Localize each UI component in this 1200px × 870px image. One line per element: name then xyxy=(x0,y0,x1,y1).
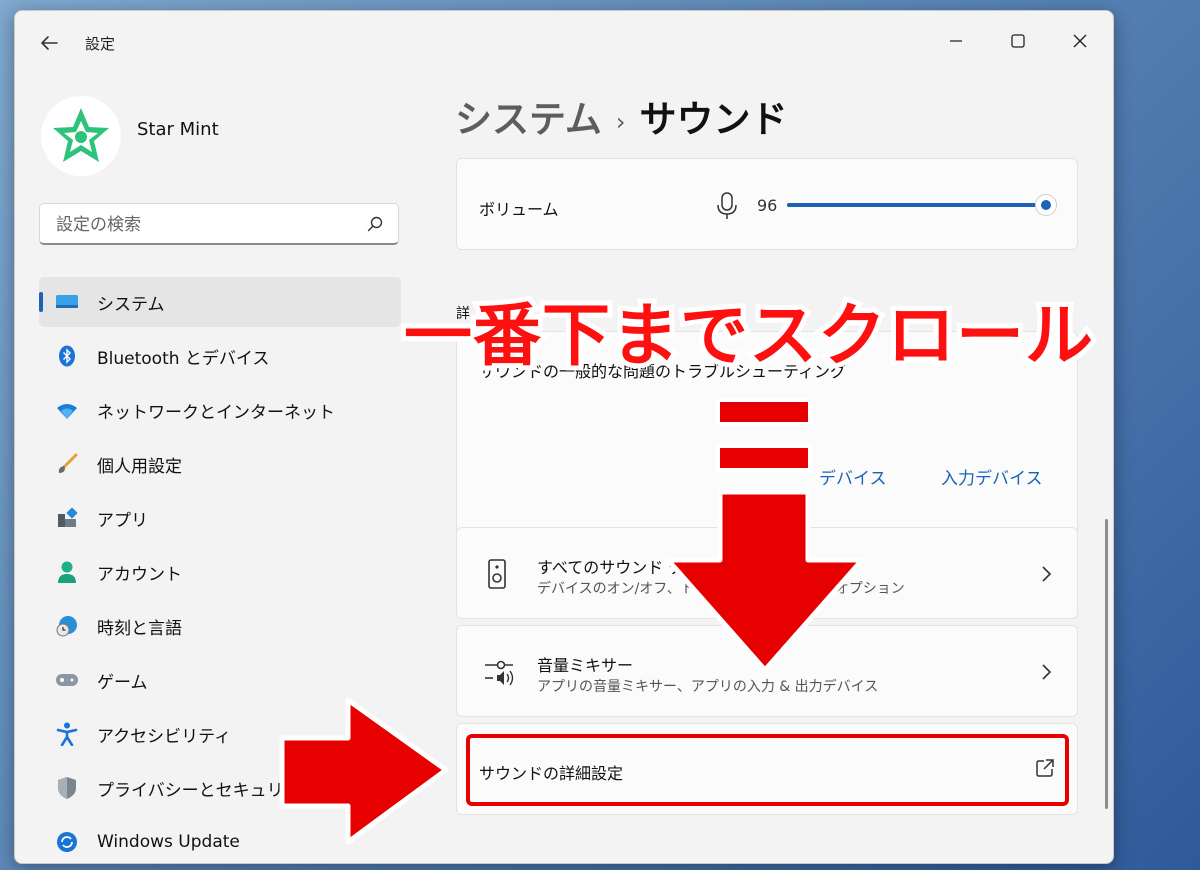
chevron-right-icon xyxy=(1042,566,1052,582)
close-icon xyxy=(1073,34,1087,48)
volume-slider[interactable] xyxy=(787,194,1058,216)
sidebar-item-label: Bluetooth とデバイス xyxy=(97,348,270,369)
scrollbar-thumb[interactable] xyxy=(1105,519,1108,809)
sidebar-item-accounts[interactable]: アカウント xyxy=(39,547,401,597)
gamepad-icon xyxy=(55,668,79,692)
row-subtitle: デバイスのオン/オフ、トラ オプション xyxy=(537,581,905,597)
sidebar-item-system[interactable]: システム xyxy=(39,277,401,327)
row-title: すべてのサウンド デ xyxy=(537,558,685,577)
input-devices-link[interactable]: 入力デバイス xyxy=(941,464,1043,489)
apps-icon xyxy=(55,506,79,530)
back-arrow-icon[interactable] xyxy=(37,31,61,55)
settings-window: 設定 Star Mint システム xyxy=(14,10,1114,864)
annotation-banner: 一番下までスクロール xyxy=(399,292,1098,381)
speaker-icon xyxy=(488,559,506,589)
sidebar-item-label: ネットワークとインターネット xyxy=(97,402,335,423)
system-icon xyxy=(55,290,79,314)
sidebar-item-label: アプリ xyxy=(97,510,148,531)
maximize-button[interactable] xyxy=(995,21,1041,61)
minimize-button[interactable] xyxy=(933,21,979,61)
breadcrumb-current: サウンド xyxy=(639,98,788,141)
title-bar: 設定 xyxy=(15,11,1113,75)
search-icon[interactable] xyxy=(366,215,384,233)
minimize-icon xyxy=(950,40,962,42)
breadcrumb-separator: › xyxy=(615,107,626,136)
annotation-highlight-box xyxy=(466,734,1069,806)
volume-slider-thumb[interactable] xyxy=(1035,194,1058,216)
sidebar-item-label: 個人用設定 xyxy=(97,456,182,477)
sidebar-item-label: システム xyxy=(97,294,165,315)
output-devices-link[interactable]: デバイス xyxy=(819,464,887,489)
window-title: 設定 xyxy=(85,35,116,53)
globe-clock-icon xyxy=(55,614,79,638)
shield-icon xyxy=(55,776,79,800)
sidebar-item-privacy[interactable]: プライバシーとセキュリティ xyxy=(39,763,401,813)
sidebar-item-label: 時刻と言語 xyxy=(97,618,182,639)
sidebar-item-windows-update[interactable]: Windows Update xyxy=(39,817,401,863)
update-icon xyxy=(55,830,79,854)
sidebar-item-apps[interactable]: アプリ xyxy=(39,493,401,543)
close-button[interactable] xyxy=(1057,21,1103,61)
search-input[interactable] xyxy=(54,212,358,238)
brush-icon xyxy=(55,452,79,476)
chevron-right-icon xyxy=(1042,664,1052,680)
sidebar-item-accessibility[interactable]: アクセシビリティ xyxy=(39,709,401,759)
sidebar-item-label: ゲーム xyxy=(97,672,148,693)
row-title: 音量ミキサー xyxy=(537,656,634,675)
sidebar-item-bluetooth[interactable]: Bluetooth とデバイス xyxy=(39,331,401,381)
volume-label: ボリューム xyxy=(479,200,559,219)
star-logo-icon xyxy=(53,108,109,162)
mixer-icon xyxy=(485,660,514,686)
sidebar-item-personalization[interactable]: 個人用設定 xyxy=(39,439,401,489)
sidebar-item-time-language[interactable]: 時刻と言語 xyxy=(39,601,401,651)
sidebar-item-gaming[interactable]: ゲーム xyxy=(39,655,401,705)
sidebar-item-network[interactable]: ネットワークとインターネット xyxy=(39,385,401,435)
maximize-icon xyxy=(1011,34,1025,48)
user-avatar[interactable] xyxy=(41,96,121,176)
microphone-icon[interactable] xyxy=(715,191,739,221)
sidebar-item-label: Windows Update xyxy=(97,832,240,852)
sidebar-item-label: アカウント xyxy=(97,564,182,585)
volume-mixer-row[interactable]: 音量ミキサー アプリの音量ミキサー、アプリの入力 & 出力デバイス xyxy=(456,625,1078,717)
sidebar-nav: システム Bluetooth とデバイス ネットワークとインターネット 個人用設… xyxy=(39,277,401,863)
volume-value: 96 xyxy=(757,196,778,215)
bluetooth-icon xyxy=(55,344,79,368)
page-title: システム › サウンド xyxy=(455,89,788,143)
settings-search-box[interactable] xyxy=(39,203,399,245)
account-icon xyxy=(55,560,79,584)
user-name: Star Mint xyxy=(137,119,219,140)
sidebar-item-label: プライバシーとセキュリティ xyxy=(97,780,317,801)
accessibility-icon xyxy=(55,722,79,746)
volume-slider-fill xyxy=(787,203,1047,207)
breadcrumb-parent[interactable]: システム xyxy=(455,98,602,141)
all-sound-devices-row[interactable]: すべてのサウンド デ デバイスのオン/オフ、トラ オプション xyxy=(456,527,1078,619)
sidebar-item-label: アクセシビリティ xyxy=(97,726,232,747)
row-subtitle: アプリの音量ミキサー、アプリの入力 & 出力デバイス xyxy=(537,679,879,695)
wifi-icon xyxy=(55,398,79,422)
volume-card: ボリューム 96 xyxy=(456,158,1078,250)
